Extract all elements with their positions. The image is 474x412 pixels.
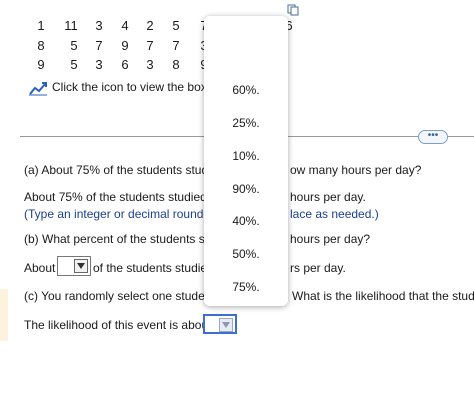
- dropdown-option[interactable]: 75%.: [204, 280, 288, 294]
- left-accent-bar: [0, 289, 8, 341]
- cell: 11: [64, 18, 78, 33]
- cell: 5: [70, 57, 78, 72]
- chevron-down-icon: [219, 318, 233, 332]
- cell: 2: [146, 18, 154, 33]
- cell: 7: [95, 38, 103, 53]
- answer-c: The likelihood of this event is about: [24, 318, 212, 332]
- dropdown-option[interactable]: 10%.: [204, 149, 288, 163]
- dropdown-option[interactable]: 25%.: [204, 116, 288, 130]
- hint-a: (Type an integer or decimal rounded: [24, 207, 217, 221]
- question-a: (a) About 75% of the students studie: [24, 163, 218, 177]
- percent-dropdown-b[interactable]: [57, 256, 91, 276]
- cell: 1: [37, 18, 45, 33]
- dropdown-option[interactable]: 50%.: [204, 247, 288, 261]
- cell: 5: [172, 18, 180, 33]
- answer-a: About 75% of the students studied n: [24, 190, 217, 204]
- dropdown-menu: 60%. 25%. 10%. 90%. 40%. 50%. 75%.: [204, 16, 288, 306]
- answer-b-end: rs per day.: [290, 261, 346, 275]
- question-c: (c) You randomly select one student: [24, 289, 215, 303]
- question-b: (b) What percent of the students stu: [24, 232, 215, 246]
- cell: 9: [37, 57, 45, 72]
- more-button[interactable]: •••: [418, 130, 448, 144]
- cell: 3: [95, 57, 103, 72]
- cell: 8: [172, 57, 180, 72]
- cell: 3: [146, 57, 154, 72]
- question-c-end: What is the likelihood that the studen: [292, 289, 474, 303]
- chart-icon[interactable]: [28, 80, 48, 96]
- dropdown-option[interactable]: 90%.: [204, 182, 288, 196]
- answer-b: of the students studiec: [93, 261, 214, 275]
- cell: 9: [121, 38, 129, 53]
- cell: 3: [95, 18, 103, 33]
- copy-icon[interactable]: [287, 4, 299, 16]
- hint-a-end: lace as needed.): [290, 207, 379, 221]
- question-b-end: hours per day?: [290, 232, 371, 246]
- answer-a-end: hours per day.: [290, 190, 366, 204]
- chevron-down-icon: [74, 259, 88, 273]
- view-boxplot-link[interactable]: Click the icon to view the box-a: [52, 80, 217, 94]
- cell: 7: [146, 38, 154, 53]
- cell: 7: [172, 38, 180, 53]
- answer-b-prefix: About: [24, 261, 56, 275]
- cell: 4: [121, 18, 129, 33]
- cell: 6: [121, 57, 129, 72]
- likelihood-dropdown-c[interactable]: [203, 314, 237, 334]
- cell: 5: [70, 38, 78, 53]
- dropdown-option[interactable]: 40%.: [204, 214, 288, 228]
- cell: 8: [37, 38, 45, 53]
- dropdown-option[interactable]: 60%.: [204, 83, 288, 97]
- question-a-end: ow many hours per day?: [290, 163, 422, 177]
